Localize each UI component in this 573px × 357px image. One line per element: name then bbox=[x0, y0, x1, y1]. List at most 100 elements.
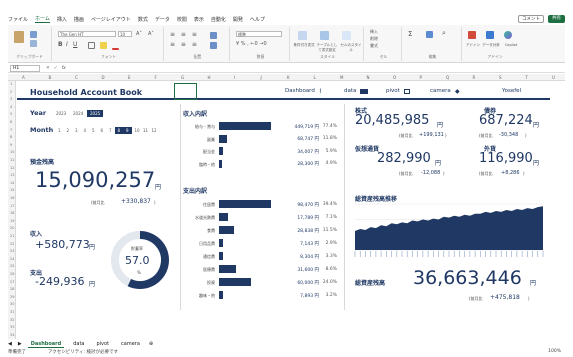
fill-color-icon[interactable] bbox=[100, 42, 107, 49]
column-header[interactable]: O bbox=[393, 75, 396, 80]
copilot-button[interactable]: Copilot bbox=[500, 43, 522, 47]
nav-dashboard-link[interactable]: Dashboard bbox=[285, 88, 315, 94]
table-icon[interactable] bbox=[360, 89, 368, 94]
format-as-table-icon[interactable] bbox=[320, 31, 329, 40]
year-option[interactable]: 2025 bbox=[87, 110, 104, 117]
number-format-icons[interactable]: ¥ % , ←0 →0 bbox=[236, 41, 267, 47]
column-header[interactable]: P bbox=[420, 75, 422, 80]
column-header[interactable]: L bbox=[314, 75, 316, 80]
column-header[interactable]: G bbox=[181, 75, 184, 80]
camera-icon[interactable]: ◆ bbox=[455, 88, 460, 95]
row-header[interactable]: 3 bbox=[10, 97, 12, 101]
comment-button[interactable]: コメント bbox=[518, 15, 544, 23]
row-header[interactable]: 13 bbox=[10, 173, 14, 177]
row-header[interactable]: 19 bbox=[10, 219, 14, 223]
menu-item[interactable]: 挿入 bbox=[57, 16, 67, 23]
month-option[interactable]: 6 bbox=[98, 127, 107, 134]
column-header[interactable]: B bbox=[49, 75, 52, 80]
underline-icon[interactable]: U bbox=[73, 41, 77, 48]
column-header[interactable]: F bbox=[155, 75, 157, 80]
row-header[interactable]: 17 bbox=[10, 204, 14, 208]
menu-item[interactable]: 数式 bbox=[138, 16, 148, 23]
menu-item[interactable]: ファイル bbox=[8, 16, 28, 23]
font-color-icon[interactable] bbox=[112, 48, 119, 50]
copilot-icon[interactable] bbox=[504, 31, 512, 39]
status-accessibility[interactable]: アクセシビリティ: 検討が必要です bbox=[48, 349, 118, 355]
font-grow-icon[interactable]: A˄ bbox=[136, 31, 142, 37]
row-header[interactable]: 8 bbox=[10, 135, 12, 139]
italic-icon[interactable]: I bbox=[66, 41, 68, 48]
wrap-text-icon[interactable] bbox=[210, 32, 217, 39]
delete-cells-button[interactable]: 削除 bbox=[370, 36, 378, 42]
row-header[interactable]: 21 bbox=[10, 234, 14, 238]
bold-icon[interactable]: B bbox=[58, 41, 63, 48]
border-icon[interactable] bbox=[88, 42, 95, 49]
font-name-select[interactable]: The Gen HT bbox=[58, 31, 116, 37]
column-header[interactable]: N bbox=[367, 75, 370, 80]
cell-style-button[interactable]: セルのスタイル bbox=[339, 43, 363, 53]
font-shrink-icon[interactable]: A˅ bbox=[148, 31, 154, 37]
menu-item[interactable]: 校閲 bbox=[177, 16, 187, 23]
row-header[interactable]: 26 bbox=[10, 272, 14, 276]
autosum-icon[interactable]: Σ bbox=[408, 30, 412, 38]
merge-icon[interactable] bbox=[210, 42, 217, 49]
data-analysis-icon[interactable] bbox=[486, 31, 494, 39]
menu-item[interactable]: ページレイアウト bbox=[91, 16, 131, 23]
row-header[interactable]: 25 bbox=[10, 264, 14, 268]
row-header[interactable]: 27 bbox=[10, 280, 14, 284]
column-header[interactable]: Q bbox=[446, 75, 449, 80]
month-option[interactable]: 5 bbox=[89, 127, 98, 134]
row-header[interactable]: 18 bbox=[10, 211, 14, 215]
cut-icon[interactable] bbox=[30, 31, 37, 38]
column-header[interactable]: C bbox=[75, 75, 78, 80]
row-header[interactable]: 30 bbox=[10, 302, 14, 306]
name-box[interactable]: H1 bbox=[10, 64, 40, 72]
find-icon[interactable]: ⌕ bbox=[442, 29, 446, 38]
column-header[interactable]: R bbox=[473, 75, 476, 80]
row-header[interactable]: 24 bbox=[10, 257, 14, 261]
row-header[interactable]: 20 bbox=[10, 226, 14, 230]
paste-icon[interactable] bbox=[14, 31, 24, 43]
menu-item[interactable]: ヘルプ bbox=[250, 16, 265, 23]
month-option[interactable]: 9 bbox=[123, 127, 132, 134]
column-header[interactable]: K bbox=[287, 75, 290, 80]
row-header[interactable]: 10 bbox=[10, 150, 14, 154]
menu-item[interactable]: 自動化 bbox=[211, 16, 226, 23]
align-top-icons[interactable]: ≡ ≡ ≡ bbox=[170, 31, 199, 38]
number-format-select[interactable]: 標準 bbox=[236, 31, 282, 37]
insert-cells-button[interactable]: 挿入 bbox=[370, 29, 378, 35]
column-header[interactable]: S bbox=[499, 75, 502, 80]
column-header[interactable]: H bbox=[208, 75, 211, 80]
format-cells-button[interactable]: 書式 bbox=[370, 43, 378, 49]
row-header[interactable]: 1 bbox=[10, 82, 12, 86]
row-header[interactable]: 22 bbox=[10, 242, 14, 246]
year-option[interactable]: 2023 bbox=[53, 110, 69, 117]
cancel-icon[interactable]: ✕ bbox=[46, 66, 50, 71]
row-header[interactable]: 15 bbox=[10, 188, 14, 192]
conditional-format-icon[interactable] bbox=[298, 31, 307, 40]
column-header[interactable]: A bbox=[22, 75, 25, 80]
align-left-icons[interactable]: ≡ ≡ ≡ bbox=[170, 41, 199, 48]
column-header[interactable]: M bbox=[340, 75, 343, 80]
nav-pivot-link[interactable]: pivot bbox=[386, 88, 400, 94]
row-header[interactable]: 33 bbox=[10, 325, 14, 329]
column-header[interactable]: E bbox=[128, 75, 131, 80]
row-header[interactable]: 28 bbox=[10, 287, 14, 291]
month-option[interactable]: 1 bbox=[55, 127, 64, 134]
column-header[interactable]: D bbox=[102, 75, 105, 80]
share-button[interactable]: 共有 bbox=[548, 15, 565, 23]
nav-camera-link[interactable]: camera bbox=[430, 88, 451, 94]
row-header[interactable]: 31 bbox=[10, 310, 14, 314]
selected-cell[interactable] bbox=[174, 83, 197, 100]
month-option[interactable]: 2 bbox=[64, 127, 73, 134]
month-option[interactable]: 7 bbox=[106, 127, 115, 134]
grid-icon[interactable] bbox=[404, 89, 410, 94]
column-header[interactable]: J bbox=[261, 75, 262, 80]
column-header[interactable]: U bbox=[552, 75, 555, 80]
menu-item[interactable]: ホーム bbox=[35, 15, 50, 23]
nav-data-link[interactable]: data bbox=[344, 88, 356, 94]
row-header[interactable]: 32 bbox=[10, 318, 14, 322]
row-header[interactable]: 9 bbox=[10, 143, 12, 147]
menu-item[interactable]: 表示 bbox=[194, 16, 204, 23]
row-header[interactable]: 4 bbox=[10, 105, 12, 109]
